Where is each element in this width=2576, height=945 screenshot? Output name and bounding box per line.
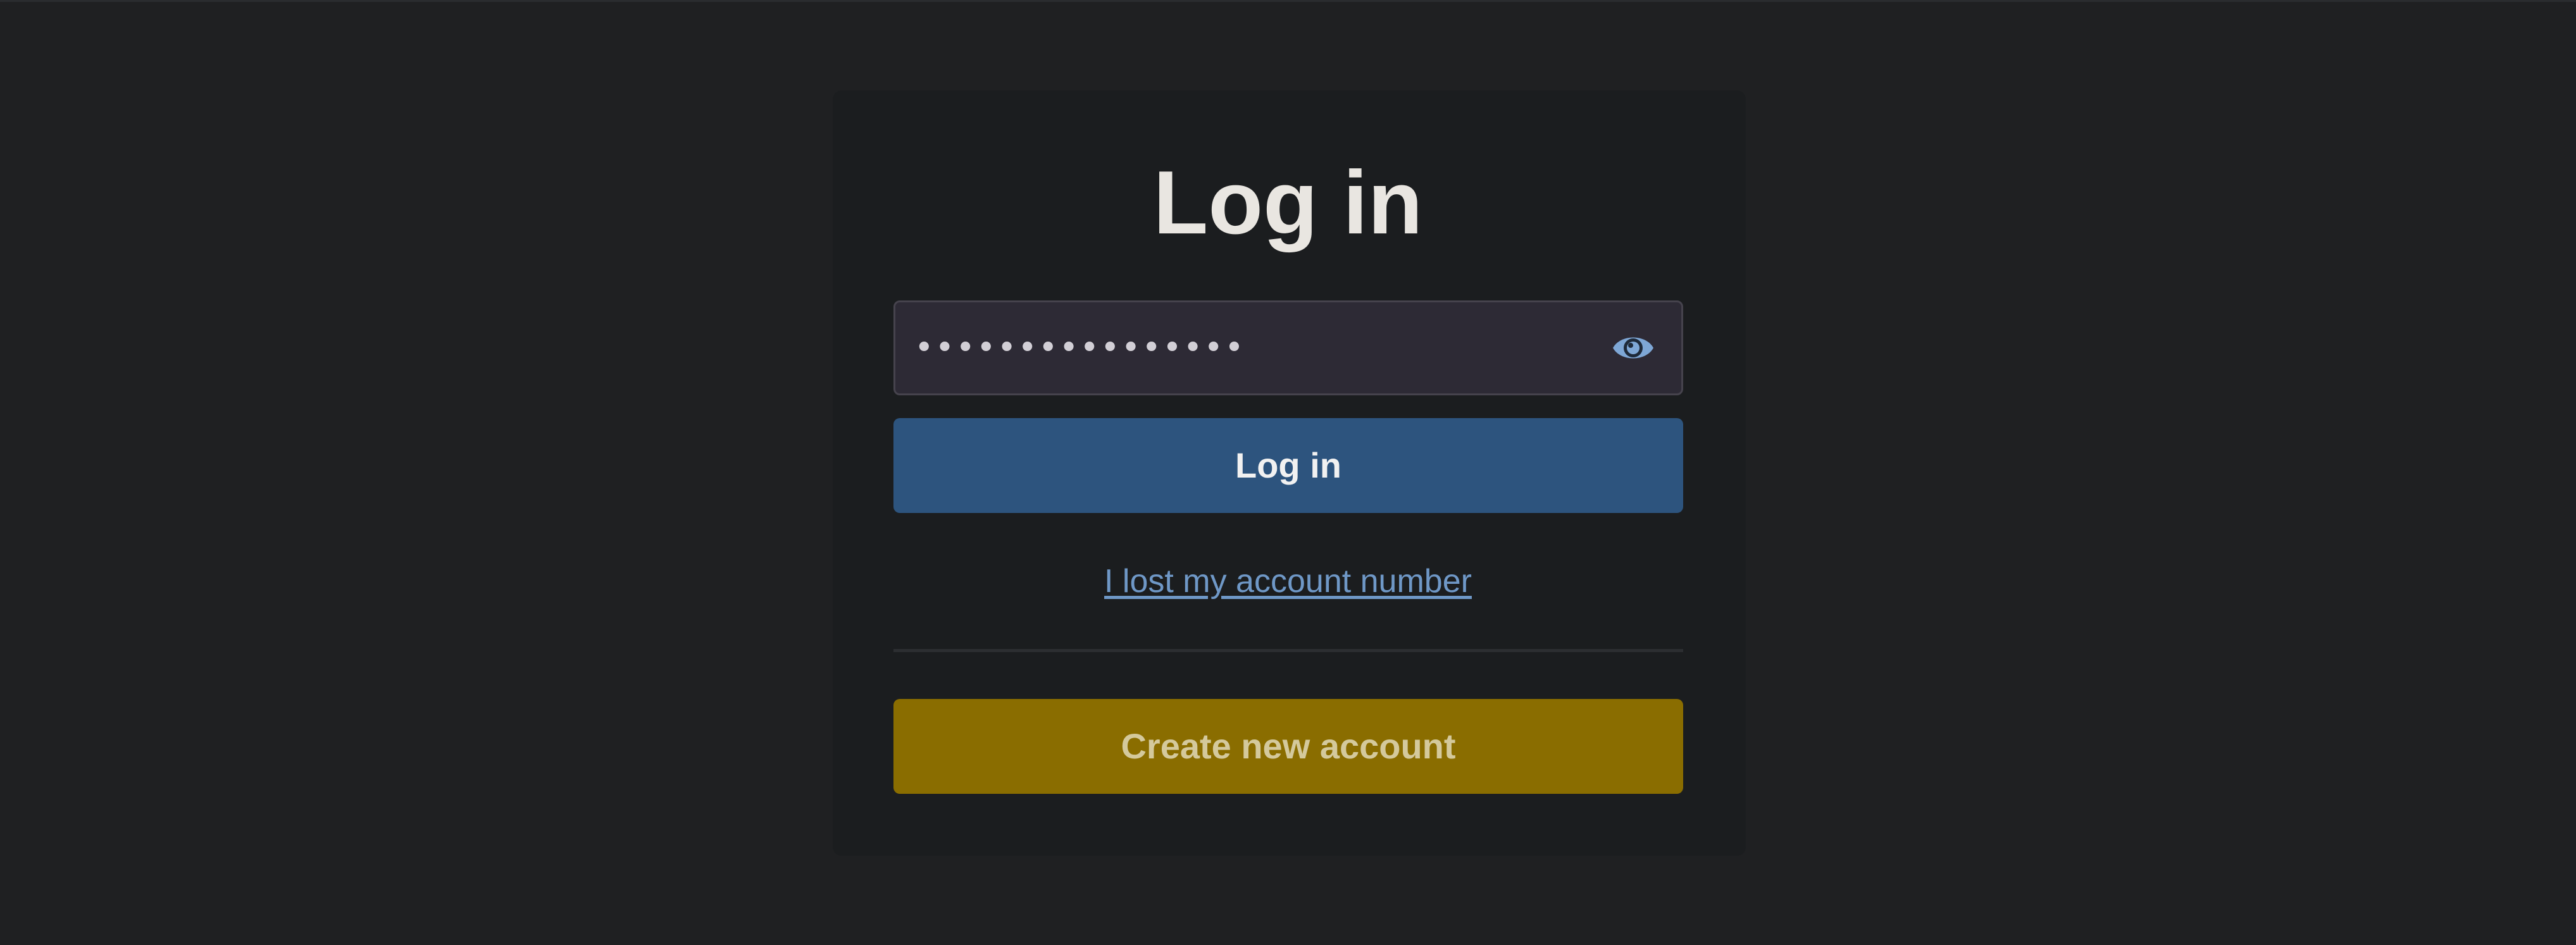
page-title: Log in [1153, 152, 1423, 253]
login-button[interactable]: Log in [893, 418, 1683, 513]
account-number-field[interactable] [893, 300, 1683, 395]
top-border [0, 0, 2576, 2]
divider [893, 649, 1683, 652]
account-number-input[interactable] [914, 302, 1572, 393]
eye-icon-graphic [1613, 337, 1653, 359]
lost-account-number-link[interactable]: I lost my account number [0, 557, 2576, 605]
create-account-button[interactable]: Create new account [893, 699, 1683, 794]
eye-icon[interactable] [1610, 326, 1656, 369]
